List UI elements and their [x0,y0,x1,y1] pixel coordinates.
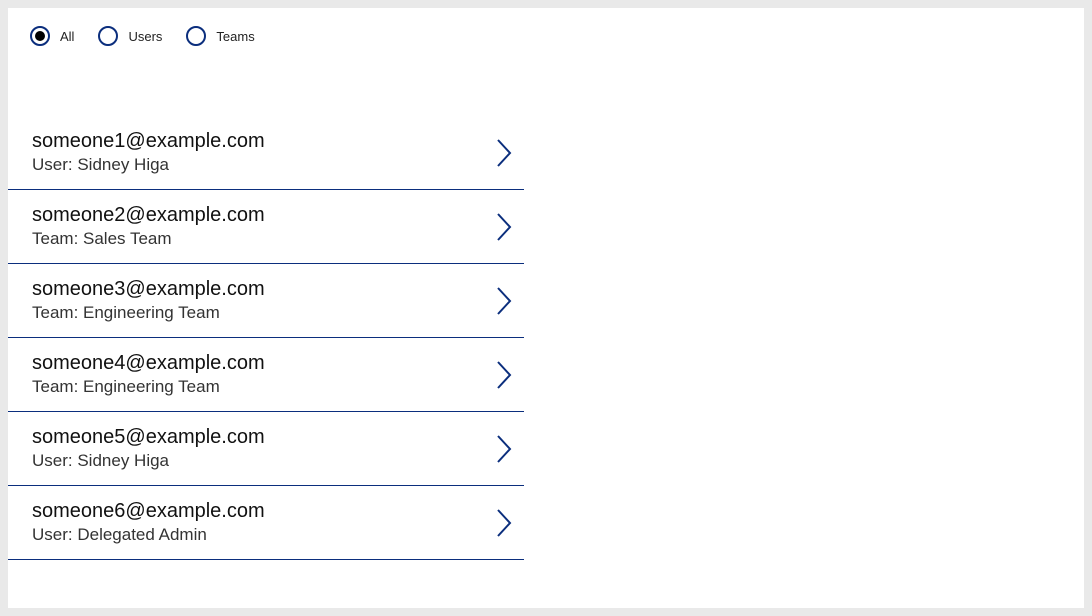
list-item-text: someone5@example.com User: Sidney Higa [32,426,265,471]
list-item[interactable]: someone6@example.com User: Delegated Adm… [8,486,524,560]
radio-label: Teams [216,29,254,44]
chevron-right-icon [496,138,514,168]
chevron-right-icon [496,434,514,464]
list-item-subtitle: User: Delegated Admin [32,525,265,545]
radio-label: All [60,29,74,44]
list-item[interactable]: someone4@example.com Team: Engineering T… [8,338,524,412]
list-item-email: someone1@example.com [32,130,265,153]
list-item-subtitle: User: Sidney Higa [32,155,265,175]
chevron-right-icon [496,286,514,316]
filter-radio-group: All Users Teams [8,8,1084,64]
list-item-text: someone3@example.com Team: Engineering T… [32,278,265,323]
list-item-email: someone5@example.com [32,426,265,449]
list-item[interactable]: someone5@example.com User: Sidney Higa [8,412,524,486]
list-item-text: someone2@example.com Team: Sales Team [32,204,265,249]
chevron-right-icon [496,360,514,390]
list-item-email: someone2@example.com [32,204,265,227]
list-item-text: someone6@example.com User: Delegated Adm… [32,500,265,545]
list-item-email: someone3@example.com [32,278,265,301]
radio-label: Users [128,29,162,44]
chevron-right-icon [496,212,514,242]
list-item-subtitle: User: Sidney Higa [32,451,265,471]
list-item[interactable]: someone3@example.com Team: Engineering T… [8,264,524,338]
list-item-text: someone1@example.com User: Sidney Higa [32,130,265,175]
chevron-right-icon [496,508,514,538]
radio-icon [98,26,118,46]
main-panel: All Users Teams someone1@example.com Use… [8,8,1084,608]
filter-radio-users[interactable]: Users [98,26,162,46]
list-item[interactable]: someone1@example.com User: Sidney Higa [8,116,524,190]
list-item-email: someone6@example.com [32,500,265,523]
radio-icon [30,26,50,46]
list-item-subtitle: Team: Engineering Team [32,377,265,397]
radio-icon [186,26,206,46]
filter-radio-teams[interactable]: Teams [186,26,254,46]
filter-radio-all[interactable]: All [30,26,74,46]
list-item[interactable]: someone2@example.com Team: Sales Team [8,190,524,264]
results-list[interactable]: someone1@example.com User: Sidney Higa s… [8,116,524,600]
list-item-subtitle: Team: Sales Team [32,229,265,249]
list-item-text: someone4@example.com Team: Engineering T… [32,352,265,397]
list-item-subtitle: Team: Engineering Team [32,303,265,323]
list-item-email: someone4@example.com [32,352,265,375]
